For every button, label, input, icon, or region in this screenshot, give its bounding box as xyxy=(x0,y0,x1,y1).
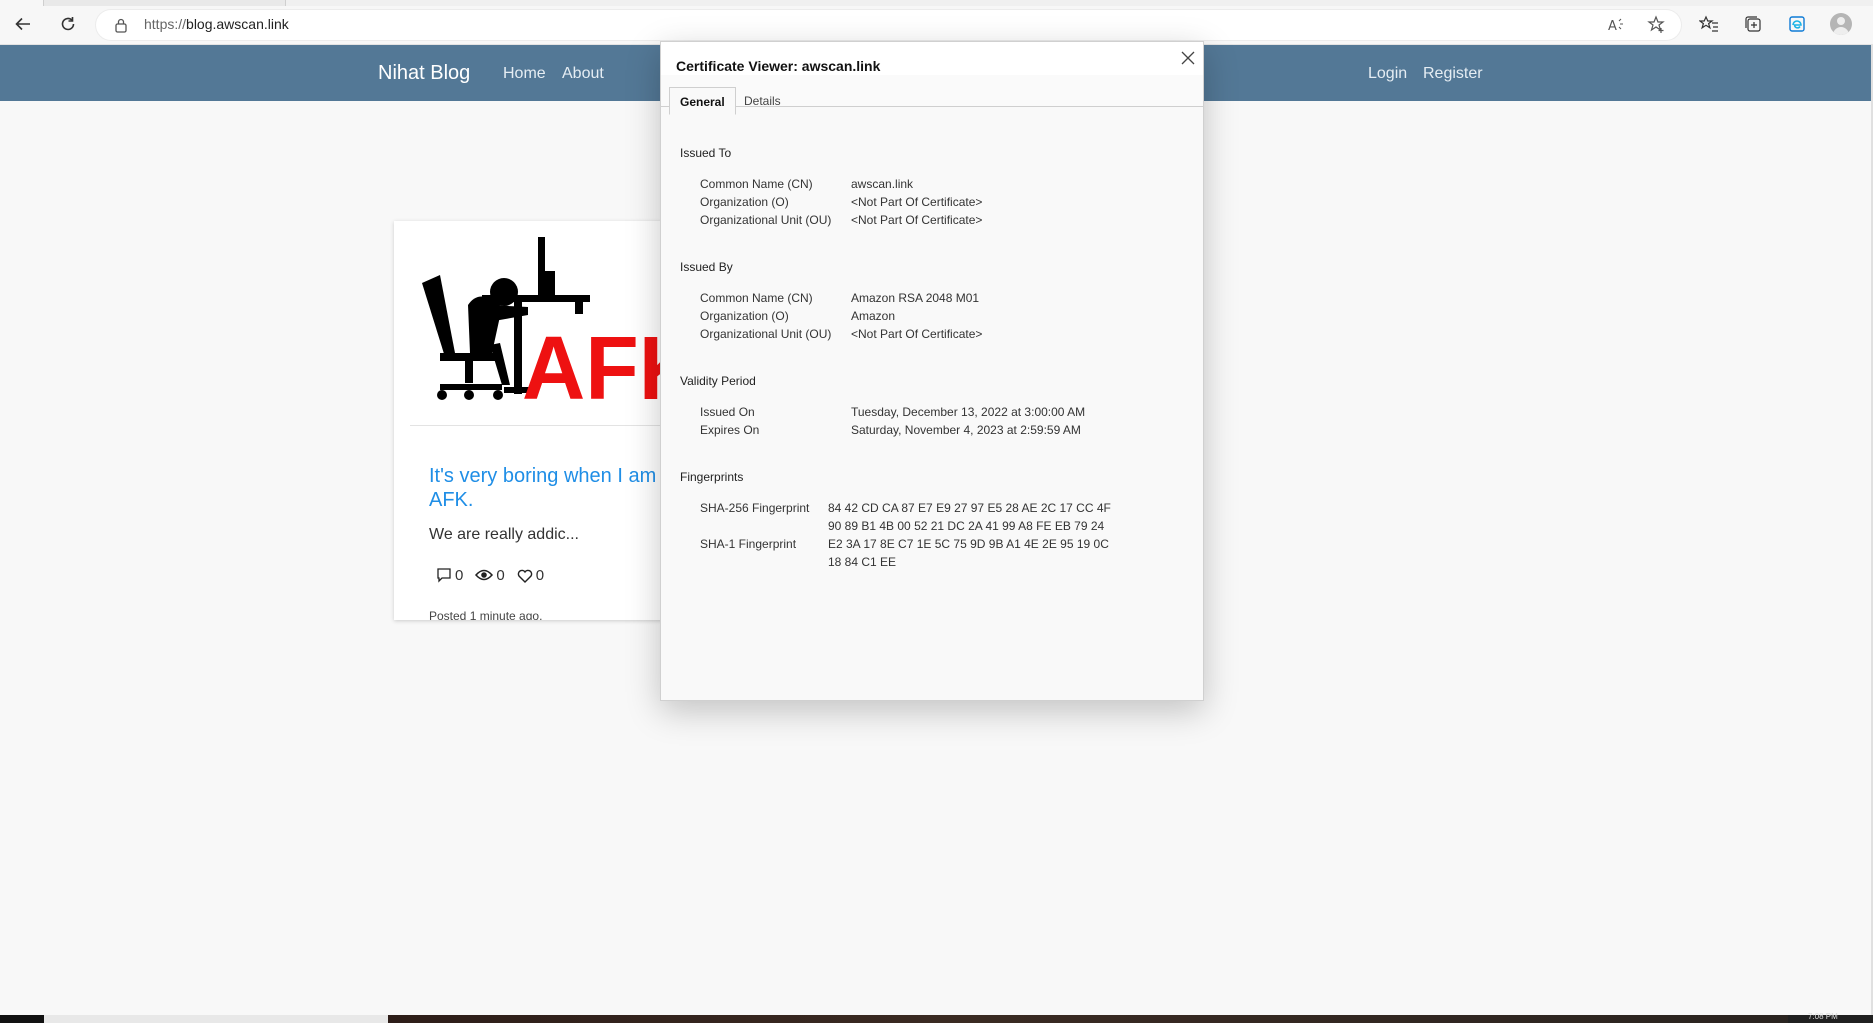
url-protocol: https:// xyxy=(144,16,187,32)
tray-clock[interactable]: 7:08 PM xyxy=(1808,1012,1838,1021)
issued-to-o-value: <Not Part Of Certificate> xyxy=(851,195,983,209)
read-aloud-icon[interactable]: A xyxy=(1606,15,1626,35)
browser-tab-strip-area xyxy=(285,0,1873,6)
issued-by-cn-label: Common Name (CN) xyxy=(700,291,813,305)
sha256-value-line1: 84 42 CD CA 87 E7 E9 27 97 E5 28 AE 2C 1… xyxy=(828,501,1111,515)
issued-by-heading: Issued By xyxy=(680,260,733,274)
issued-by-ou-label: Organizational Unit (OU) xyxy=(700,327,832,341)
close-icon xyxy=(1181,51,1195,65)
issued-to-heading: Issued To xyxy=(680,146,732,160)
taskbar-search[interactable] xyxy=(44,1015,388,1023)
expires-on-value: Saturday, November 4, 2023 at 2:59:59 AM xyxy=(851,423,1081,437)
nav-login[interactable]: Login xyxy=(1368,65,1407,83)
nav-register[interactable]: Register xyxy=(1423,65,1483,83)
comments-count: 0 xyxy=(455,566,464,584)
issued-to-ou-label: Organizational Unit (OU) xyxy=(700,213,832,227)
validity-heading: Validity Period xyxy=(680,374,756,388)
browser-tab[interactable] xyxy=(0,0,44,6)
start-button[interactable] xyxy=(0,1015,44,1023)
back-button[interactable] xyxy=(11,12,35,36)
issued-to-o-label: Organization (O) xyxy=(700,195,789,209)
tab-details[interactable]: Details xyxy=(734,87,791,115)
lock-icon[interactable] xyxy=(114,17,128,33)
issued-by-ou-value: <Not Part Of Certificate> xyxy=(851,327,983,341)
site-brand[interactable]: Nihat Blog xyxy=(378,62,470,85)
post-image-text: AFK xyxy=(522,319,680,415)
likes-stat[interactable]: 0 xyxy=(517,567,544,584)
post-excerpt: We are really addic... xyxy=(429,526,579,543)
heart-icon xyxy=(517,569,532,583)
url-text[interactable]: https://blog.awscan.link xyxy=(144,16,289,32)
issued-by-o-label: Organization (O) xyxy=(700,309,789,323)
refresh-icon xyxy=(61,17,75,31)
card-divider xyxy=(410,425,678,426)
post-image[interactable]: AFK xyxy=(410,235,680,415)
sha1-label: SHA-1 Fingerprint xyxy=(700,537,797,551)
address-bar[interactable]: https://blog.awscan.link A xyxy=(96,10,1681,40)
tab-general[interactable]: General xyxy=(669,87,736,115)
url-host: blog.awscan.link xyxy=(186,16,289,32)
issued-by-cn-value: Amazon RSA 2048 M01 xyxy=(851,291,980,305)
expires-on-label: Expires On xyxy=(700,423,760,437)
comment-icon xyxy=(437,568,451,583)
views-count: 0 xyxy=(496,566,505,584)
nav-about[interactable]: About xyxy=(562,65,604,83)
back-arrow-icon xyxy=(15,17,30,31)
dialog-title: Certificate Viewer: awscan.link xyxy=(676,58,881,74)
taskbar-apps xyxy=(388,1015,1788,1023)
issued-to-ou-value: <Not Part Of Certificate> xyxy=(851,213,983,227)
fingerprints-heading: Fingerprints xyxy=(680,470,744,484)
edge-extension-icon[interactable] xyxy=(1785,12,1809,36)
sha256-value-line2: 90 89 B1 4B 00 52 21 DC 2A 41 99 A8 FE E… xyxy=(828,519,1105,533)
post-title[interactable]: It's very boring when I am AFK. xyxy=(429,464,659,512)
certificate-viewer-dialog: Certificate Viewer: awscan.link General … xyxy=(660,41,1204,701)
issued-to-cn-value: awscan.link xyxy=(851,177,914,191)
collections-icon[interactable] xyxy=(1741,12,1765,36)
issued-by-o-value: Amazon xyxy=(851,309,896,323)
favorites-icon[interactable] xyxy=(1697,12,1721,36)
likes-count: 0 xyxy=(535,566,545,584)
sha1-value-line2: 18 84 C1 EE xyxy=(828,555,897,569)
nav-home[interactable]: Home xyxy=(503,65,546,83)
add-favorite-icon[interactable] xyxy=(1647,15,1667,35)
comments-stat: 0 xyxy=(436,567,463,584)
post-timestamp: Posted 1 minute ago. xyxy=(429,609,543,620)
profile-avatar[interactable] xyxy=(1830,13,1852,35)
svg-text:A: A xyxy=(1608,19,1617,33)
issued-on-label: Issued On xyxy=(700,405,755,419)
views-stat: 0 xyxy=(475,566,505,584)
issued-to-cn-label: Common Name (CN) xyxy=(700,177,813,191)
close-button[interactable] xyxy=(1178,48,1198,68)
post-stats: 0 0 0 xyxy=(436,565,556,585)
sha1-value-line1: E2 3A 17 8E C7 1E 5C 75 9D 9B A1 4E 2E 9… xyxy=(828,537,1109,551)
refresh-button[interactable] xyxy=(56,12,80,36)
eye-icon xyxy=(475,569,494,581)
issued-on-value: Tuesday, December 13, 2022 at 3:00:00 AM xyxy=(851,405,1086,419)
post-card[interactable]: AFK It's very boring when I am AFK. We a… xyxy=(394,221,694,620)
sha256-label: SHA-256 Fingerprint xyxy=(700,501,810,515)
browser-toolbar: https://blog.awscan.link A xyxy=(0,0,1873,45)
